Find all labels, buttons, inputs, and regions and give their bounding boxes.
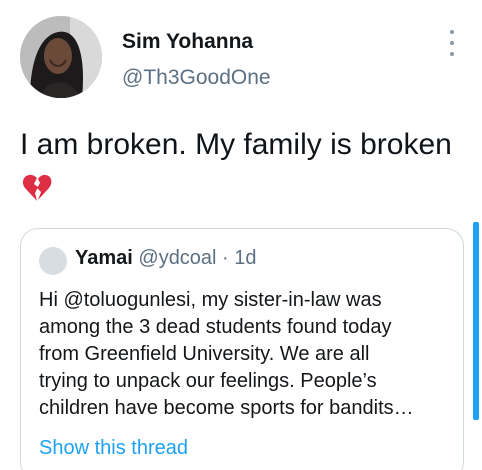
more-options-icon[interactable] — [444, 30, 460, 56]
quoted-header: Yamai @ydcoal · 1d — [75, 247, 257, 270]
show-thread-link[interactable]: Show this thread — [39, 437, 188, 460]
scrollbar[interactable] — [473, 222, 479, 420]
dot — [450, 30, 454, 34]
author-handle[interactable]: @Th3GoodOne — [122, 66, 271, 90]
tweet-text: I am broken. My family is broken — [20, 124, 460, 214]
quoted-author-name[interactable]: Yamai — [75, 247, 133, 269]
avatar-image — [20, 16, 102, 98]
author-name[interactable]: Sim Yohanna — [122, 30, 253, 54]
quoted-handle-time: @ydcoal · 1d — [132, 247, 257, 269]
dot — [450, 41, 454, 45]
tweet-card: Sim Yohanna @Th3GoodOne I am broken. My … — [0, 0, 482, 470]
dot — [450, 52, 454, 56]
quoted-author-avatar[interactable] — [39, 247, 67, 275]
quoted-tweet[interactable]: Yamai @ydcoal · 1d Hi @toluogunlesi, my … — [20, 228, 464, 470]
author-avatar[interactable] — [20, 16, 102, 98]
broken-heart-icon — [22, 172, 52, 214]
quoted-tweet-text: Hi @toluogunlesi, my sister-in-law was a… — [39, 289, 414, 419]
tweet-text-content: I am broken. My family is broken — [20, 128, 452, 161]
